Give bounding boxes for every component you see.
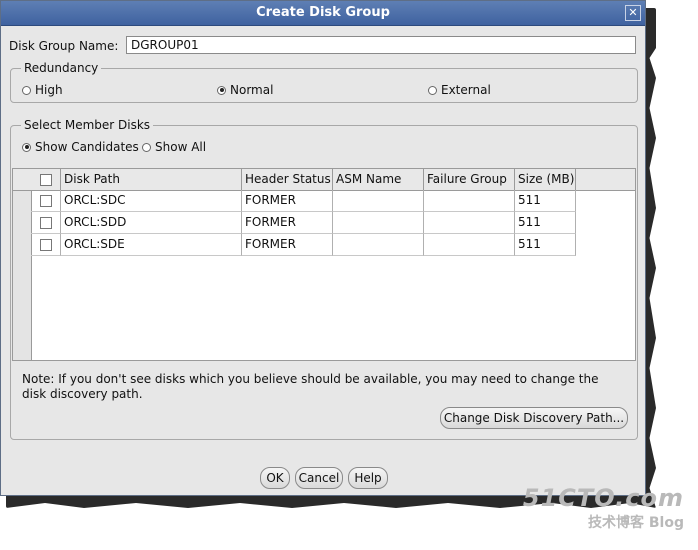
redundancy-group: Redundancy High Normal External [10,61,638,103]
cell-header-status: FORMER [242,234,333,256]
watermark-line1: 51CTO.com [522,484,684,512]
cell-header-status: FORMER [242,212,333,234]
title-bar[interactable]: Create Disk Group ✕ [1,1,645,26]
radio-external-icon [428,85,437,95]
row-checkbox[interactable] [39,216,52,229]
table-header: Disk Path Header Status ASM Name Failure… [13,169,635,191]
cell-asm-name[interactable] [333,234,424,256]
radio-high[interactable]: High [22,83,63,97]
create-disk-group-dialog: Create Disk Group ✕ Disk Group Name: DGR… [0,0,646,496]
cell-failure-group[interactable] [424,212,515,234]
cell-disk-path: ORCL:SDC [61,190,242,212]
disk-table: Disk Path Header Status ASM Name Failure… [12,168,636,361]
radio-normal-icon [217,85,226,95]
select-all-checkbox[interactable] [39,173,52,186]
col-size[interactable]: Size (MB) [515,169,576,190]
col-asm-name[interactable]: ASM Name [333,169,424,190]
disk-group-name-label: Disk Group Name: [9,39,119,53]
row-select-cell[interactable] [31,212,61,234]
col-disk-path[interactable]: Disk Path [61,169,242,190]
watermark-logo: 51CTO.com 技术博客 Blog [523,484,684,532]
cell-header-status: FORMER [242,190,333,212]
radio-high-icon [22,85,31,95]
cell-disk-path: ORCL:SDD [61,212,242,234]
redundancy-legend: Redundancy [21,61,102,75]
radio-external[interactable]: External [428,83,491,97]
col-failure-group[interactable]: Failure Group [424,169,515,190]
radio-external-label: External [441,83,491,97]
help-button[interactable]: Help [348,467,388,489]
row-select-cell[interactable] [31,190,61,212]
ok-button[interactable]: OK [260,467,290,489]
radio-show-candidates-label: Show Candidates [35,140,139,154]
radio-show-candidates[interactable]: Show Candidates [22,140,139,154]
cell-failure-group[interactable] [424,190,515,212]
cell-asm-name[interactable] [333,212,424,234]
radio-normal-label: Normal [230,83,274,97]
change-discovery-path-button[interactable]: Change Disk Discovery Path... [440,407,628,429]
row-select-cell[interactable] [31,234,61,256]
member-disks-legend: Select Member Disks [21,118,154,132]
radio-show-all-icon [142,142,151,152]
radio-show-all[interactable]: Show All [142,140,206,154]
watermark-line2: 技术博客 Blog [588,515,684,531]
cell-size: 511 [515,234,576,256]
cancel-button[interactable]: Cancel [295,467,343,489]
cell-failure-group[interactable] [424,234,515,256]
row-header-strip [13,169,32,360]
close-icon[interactable]: ✕ [625,5,641,21]
discovery-note: Note: If you don't see disks which you b… [22,372,599,401]
radio-normal[interactable]: Normal [217,83,273,97]
disk-group-name-input[interactable]: DGROUP01 [126,36,636,54]
row-checkbox[interactable] [39,238,52,251]
cell-size: 511 [515,212,576,234]
dialog-title: Create Disk Group [256,5,390,20]
cell-size: 511 [515,190,576,212]
col-header-status[interactable]: Header Status [242,169,333,190]
row-checkbox[interactable] [39,194,52,207]
radio-high-label: High [35,83,63,97]
radio-show-all-label: Show All [155,140,207,154]
cell-asm-name[interactable] [333,190,424,212]
radio-show-candidates-icon [22,142,31,152]
cell-disk-path: ORCL:SDE [61,234,242,256]
select-all-cell[interactable] [31,169,61,190]
